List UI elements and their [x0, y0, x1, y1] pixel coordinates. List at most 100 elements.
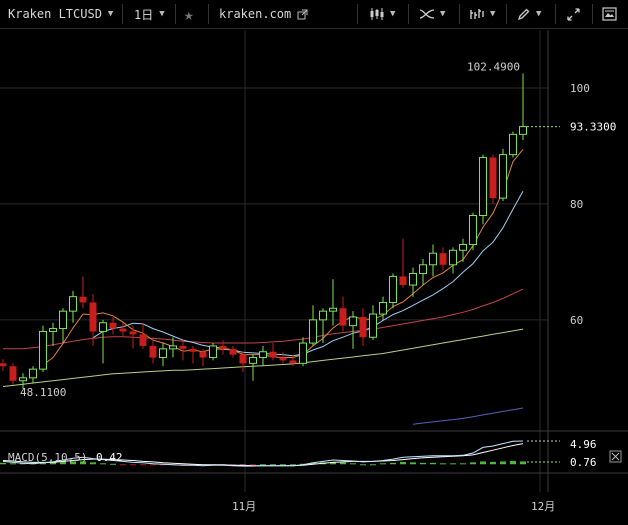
macd-bar	[0, 462, 6, 465]
macd-bar	[490, 461, 496, 465]
symbol-selector[interactable]: Kraken LTCUSD ▼	[8, 0, 113, 28]
candle-body-up	[459, 243, 467, 251]
macd-bar	[360, 464, 366, 466]
candle-body-up	[19, 377, 27, 382]
candle-body-down	[439, 253, 447, 265]
high-price-label: 102.4900	[467, 61, 520, 74]
candle-body-up	[159, 348, 167, 359]
candle-body-down	[269, 351, 277, 358]
candle-body-down	[279, 357, 287, 361]
candle-body-up	[519, 126, 527, 135]
candle-body-up	[429, 252, 437, 266]
fullscreen-button[interactable]	[567, 0, 580, 28]
candle-body-down	[149, 345, 157, 358]
candle-body-down	[139, 334, 147, 346]
candle-body-down	[9, 366, 17, 381]
candle-body-up	[59, 310, 67, 330]
candle-body-down	[339, 308, 347, 326]
macd-bar	[370, 464, 376, 466]
chart-style-button[interactable]: ▼	[370, 0, 395, 28]
bars-icon	[470, 9, 484, 19]
candle-body-down	[399, 276, 407, 286]
candle-body-up	[479, 157, 487, 217]
candle-body-up	[379, 301, 387, 315]
candle-body-up	[29, 368, 37, 379]
close-icon-cross	[611, 452, 620, 461]
macd-bar	[510, 460, 516, 465]
candle-body-up	[99, 322, 107, 332]
indicators-button[interactable]: ▼	[420, 0, 445, 28]
macd-bar	[140, 464, 146, 466]
chevron-down-icon: ▼	[107, 9, 114, 19]
external-link-icon	[297, 9, 308, 19]
macd-bar	[340, 462, 346, 465]
candle-body-down	[119, 328, 127, 332]
compare-button[interactable]: ▼	[470, 0, 495, 28]
drawing-tools-button[interactable]: ▼	[517, 0, 541, 28]
candle-body-up	[309, 319, 317, 344]
candle-body-down	[129, 331, 137, 335]
price-chart[interactable]: 60 80 100 102.4900 48.1100 93.3300 MACD(5,10,5…	[0, 28, 628, 525]
y-tick-label: 60	[570, 314, 583, 327]
candle-body-down	[0, 363, 7, 367]
candle-body-down	[239, 354, 247, 364]
candle-body-up	[39, 330, 47, 370]
macd-bar	[260, 464, 266, 466]
candle-body-down	[189, 348, 197, 352]
x-tick-label: 11月	[232, 500, 256, 513]
candles-icon	[370, 8, 384, 20]
candle-body-up	[389, 275, 397, 303]
macd-bar	[520, 461, 526, 465]
chevron-down-icon: ▼	[159, 9, 165, 19]
candle-body-down	[489, 157, 497, 199]
candle-body-up	[299, 342, 307, 364]
candle-body-down	[179, 345, 187, 349]
macd-bar	[120, 464, 126, 466]
chevron-down-icon: ▼	[440, 9, 446, 19]
candle-body-down	[359, 316, 367, 338]
macd-bar	[470, 462, 476, 465]
symbol-label: Kraken LTCUSD	[8, 7, 102, 21]
expand-icon	[567, 7, 580, 21]
source-url: kraken.com	[219, 7, 292, 21]
chevron-down-icon: ▼	[536, 9, 542, 19]
macd-bar	[350, 463, 356, 465]
candle-body-down	[289, 360, 297, 364]
candle-body-up	[249, 357, 257, 364]
macd-bar	[390, 462, 396, 465]
candle-body-up	[369, 313, 377, 338]
macd-bar	[130, 464, 136, 466]
candle-body-up	[509, 133, 517, 156]
macd-bar	[450, 463, 456, 465]
y-tick-label: 100	[570, 82, 590, 95]
candle-body-up	[319, 310, 327, 321]
candle-body-up	[499, 154, 507, 199]
export-button[interactable]	[602, 0, 617, 28]
last-price-label: 93.3300	[570, 121, 616, 134]
chevron-down-icon: ▼	[390, 9, 396, 19]
source-link[interactable]: kraken.com	[219, 0, 308, 28]
interval-selector[interactable]: 1日 ▼	[134, 0, 165, 28]
close-panel-button[interactable]	[609, 450, 622, 463]
candle-body-down	[229, 348, 237, 355]
macd-bar	[460, 463, 466, 465]
pencil-icon	[517, 8, 530, 20]
candle-body-up	[349, 316, 357, 327]
candle-body-down	[109, 322, 117, 329]
moving-average-line-ma60	[412, 407, 524, 425]
candle-body-up	[259, 351, 267, 359]
star-icon[interactable]: ★	[184, 0, 194, 28]
candle-body-down	[79, 296, 87, 303]
macd-bar	[280, 464, 286, 466]
image-export-icon	[602, 7, 617, 21]
macd-bar	[270, 464, 276, 466]
chevron-down-icon: ▼	[490, 9, 496, 19]
macd-bar	[500, 461, 506, 465]
macd-bar	[440, 463, 446, 465]
candle-body-up	[449, 249, 457, 266]
candle-body-down	[219, 345, 227, 349]
candle-body-up	[419, 264, 427, 274]
candle-body-up	[469, 215, 477, 245]
macd-tick-label: 0.76	[570, 456, 597, 469]
macd-bar	[420, 462, 426, 465]
